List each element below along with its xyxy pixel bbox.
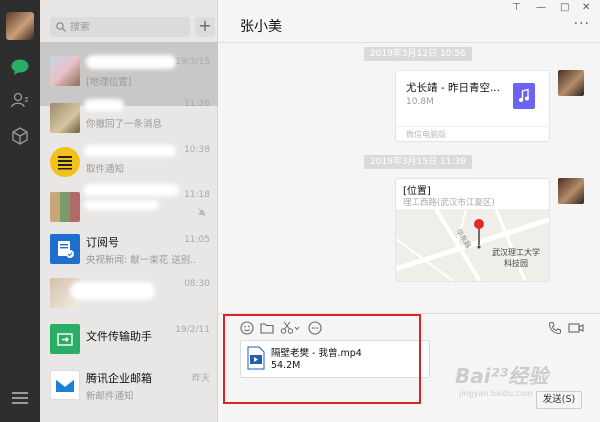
- group-avatar: [50, 192, 80, 222]
- baidu-watermark: Bai²³经验 jingyan.baidu.com: [455, 360, 548, 398]
- minimize-button[interactable]: —: [536, 2, 546, 13]
- attachment-size: 54.2M: [271, 360, 301, 371]
- message-timestamp: 2019年3月15日 11:39: [364, 155, 472, 169]
- chat-list-panel: + [地理位置] 19/3/15 你撤回了一条消息 11:26 取件通知 10:…: [40, 0, 218, 422]
- chat-time: 19/3/15: [175, 57, 210, 67]
- chat-preview: 取件通知: [86, 164, 125, 175]
- location-message-card[interactable]: [位置] 理工西路(武汉市江夏区) 华东路 武汉理工大学科技园: [395, 178, 550, 282]
- mute-bell-icon: [198, 208, 206, 217]
- video-file-icon: [247, 346, 265, 370]
- chat-preview: [地理位置]: [86, 77, 132, 88]
- location-title: [位置]: [403, 186, 431, 197]
- voice-call-icon[interactable]: [548, 321, 562, 335]
- chat-history-icon[interactable]: [308, 321, 322, 335]
- search-input[interactable]: [70, 21, 180, 33]
- subscription-icon: [50, 234, 80, 264]
- message-timestamp: 2019年3月12日 10:56: [364, 47, 472, 61]
- close-button[interactable]: ✕: [582, 2, 590, 13]
- location-map: 华东路 武汉理工大学科技园: [396, 207, 549, 281]
- music-file-icon: [513, 83, 535, 109]
- chat-name: 订阅号: [86, 236, 119, 249]
- search-box[interactable]: [50, 17, 190, 37]
- add-chat-button[interactable]: +: [195, 17, 215, 37]
- maximize-button[interactable]: □: [560, 2, 569, 13]
- chat-time: 19/2/11: [175, 325, 210, 335]
- header-divider: [218, 42, 600, 43]
- file-message-card[interactable]: 尤长靖 - 昨日青空... 10.8M 微信电脑版: [395, 70, 551, 142]
- chat-icon[interactable]: [10, 57, 30, 77]
- conversation-title: 张小美: [240, 19, 282, 35]
- conversation-panel: ⊤ — □ ✕ 张小美 ··· 2019年3月12日 10:56 尤长靖 - 昨…: [218, 0, 600, 422]
- chat-name: 腾讯企业邮箱: [86, 372, 152, 385]
- favorites-cube-icon[interactable]: [10, 126, 30, 146]
- folder-icon[interactable]: [260, 321, 274, 335]
- chat-time: 10:38: [184, 145, 210, 155]
- watermark-url: jingyan.baidu.com: [459, 389, 533, 398]
- chat-avatar: [50, 56, 80, 86]
- my-avatar: [558, 70, 584, 96]
- file-name: 尤长靖 - 昨日青空...: [406, 82, 500, 94]
- chat-time: 11:26: [184, 99, 210, 109]
- more-options-button[interactable]: ···: [574, 16, 590, 32]
- tencent-mail-icon: [50, 370, 80, 400]
- courier-logo-icon: [50, 147, 80, 177]
- location-address: 理工西路(武汉市江夏区): [403, 198, 495, 208]
- pin-window-button[interactable]: ⊤: [512, 2, 521, 13]
- chat-name: 文件传输助手: [86, 330, 152, 343]
- chat-preview: 你撤回了一条消息: [86, 119, 163, 130]
- chat-time: 08:30: [184, 279, 210, 289]
- search-icon: [56, 22, 66, 32]
- pending-attachment[interactable]: 隔壁老樊 - 我曾.mp4 54.2M: [240, 340, 430, 378]
- chat-preview: 新邮件通知: [86, 391, 134, 402]
- file-source: 微信电脑版: [396, 126, 551, 142]
- file-size: 10.8M: [406, 97, 434, 107]
- composer-divider: [218, 313, 600, 314]
- my-avatar: [558, 178, 584, 204]
- chat-avatar: [50, 103, 80, 133]
- chat-time: 11:18: [184, 190, 210, 200]
- screenshot-scissors-icon[interactable]: [280, 321, 300, 335]
- emoji-icon[interactable]: [240, 321, 254, 335]
- watermark-main: Bai²³经验: [455, 364, 549, 388]
- my-avatar[interactable]: [6, 12, 34, 40]
- chat-item[interactable]: 腾讯企业邮箱 新邮件通知 昨天: [40, 356, 218, 420]
- attachment-name: 隔壁老樊 - 我曾.mp4: [271, 348, 362, 359]
- map-place-label: 武汉理工大学科技园: [492, 248, 540, 268]
- video-call-icon[interactable]: [568, 321, 584, 335]
- chat-time: 昨天: [191, 374, 210, 384]
- contacts-icon[interactable]: [10, 90, 30, 110]
- chat-time: 11:05: [184, 235, 210, 245]
- file-transfer-icon: [50, 324, 80, 354]
- menu-icon[interactable]: [12, 392, 28, 404]
- left-rail: [0, 0, 40, 422]
